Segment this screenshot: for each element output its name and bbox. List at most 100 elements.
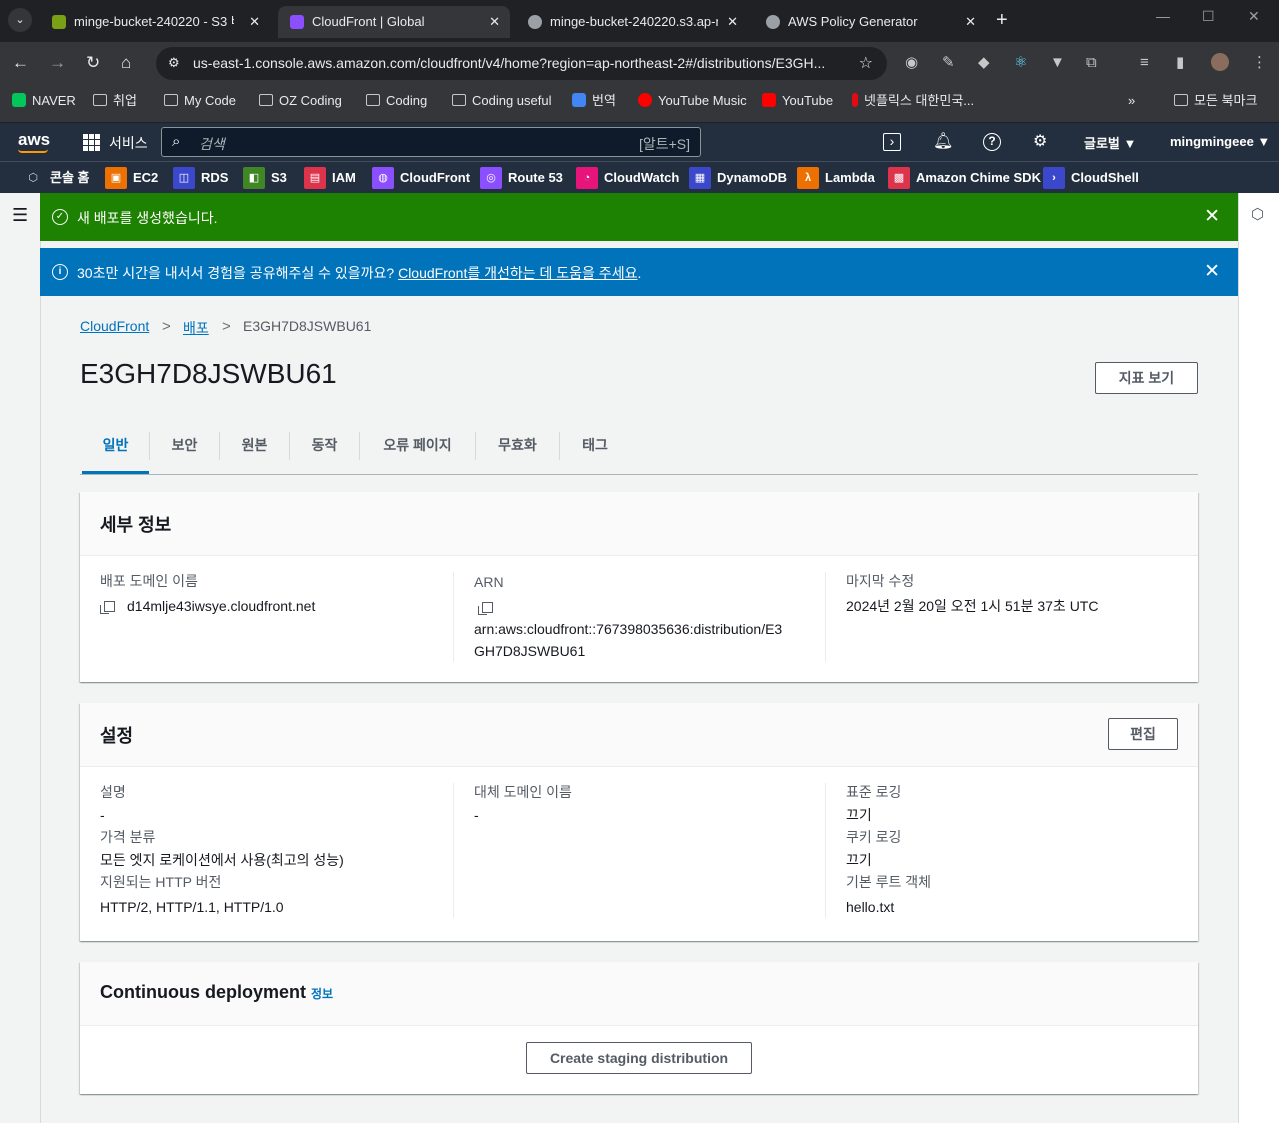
bookmark-folder-oz-coding[interactable]: OZ Coding bbox=[259, 93, 342, 109]
minimize-icon[interactable]: — bbox=[1156, 8, 1170, 24]
profile-avatar[interactable] bbox=[1211, 53, 1229, 71]
bookmarks-overflow-icon[interactable]: » bbox=[1128, 93, 1135, 109]
bookmark-folder-job[interactable]: 취업 bbox=[93, 93, 137, 109]
region-selector[interactable]: 글로벌 ▼ bbox=[1084, 133, 1136, 152]
close-tab-icon[interactable]: ✕ bbox=[489, 6, 500, 38]
fav-dynamodb[interactable]: ▦ DynamoDB bbox=[689, 167, 787, 189]
tab-search-chevron-icon[interactable]: ⌄ bbox=[8, 8, 32, 32]
fav-s3[interactable]: ◧ S3 bbox=[243, 167, 287, 189]
notifications-bell-icon[interactable]: 🔔︎ bbox=[933, 132, 953, 152]
side-panel-icon[interactable]: ▮ bbox=[1176, 54, 1184, 72]
bookmark-star-icon[interactable]: ☆ bbox=[859, 53, 873, 73]
fav-lambda[interactable]: λ Lambda bbox=[797, 167, 875, 189]
bookmark-folder-coding-useful[interactable]: Coding useful bbox=[452, 93, 552, 109]
vue-devtools-icon[interactable]: ▼ bbox=[1050, 54, 1065, 72]
bookmark-netflix[interactable]: 넷플릭스 대한민국... bbox=[852, 93, 974, 109]
bookmark-label: 모든 북마크 bbox=[1194, 93, 1258, 108]
dismiss-success-icon[interactable]: ✕ bbox=[1204, 207, 1220, 227]
view-metrics-button[interactable]: 지표 보기 bbox=[1095, 362, 1198, 394]
breadcrumb-separator-icon: > bbox=[222, 318, 231, 335]
forward-arrow-icon[interactable]: → bbox=[49, 53, 66, 73]
fav-label: Route 53 bbox=[508, 170, 563, 185]
copy-icon[interactable] bbox=[100, 601, 115, 614]
fav-label: Amazon Chime SDK bbox=[916, 170, 1041, 185]
close-tab-icon[interactable]: ✕ bbox=[249, 6, 260, 38]
fav-label: Lambda bbox=[825, 170, 875, 185]
fav-iam[interactable]: ▤ IAM bbox=[304, 167, 356, 189]
bookmark-naver[interactable]: NAVER bbox=[12, 93, 76, 109]
reload-icon[interactable]: ↻ bbox=[86, 53, 100, 73]
fav-chime-sdk[interactable]: ▩ Amazon Chime SDK bbox=[888, 167, 1041, 189]
info-link[interactable]: 정보 bbox=[311, 987, 333, 1001]
tab-tags[interactable]: 태그 bbox=[560, 428, 630, 474]
bookmark-folder-coding[interactable]: Coding bbox=[366, 93, 427, 109]
cookie-logging-value: 끄기 bbox=[846, 852, 872, 868]
browser-tab-s3[interactable]: minge-bucket-240220 - S3 버킷 ✕ bbox=[40, 6, 270, 38]
camera-extension-icon[interactable]: ◉ bbox=[905, 54, 918, 72]
fav-cloudshell[interactable]: › CloudShell bbox=[1043, 167, 1139, 189]
aws-logo[interactable]: aws bbox=[18, 130, 50, 150]
arn-value-line1: arn:aws:cloudfront::767398035636:distrib… bbox=[474, 621, 783, 637]
distribution-tabs: 일반 보안 원본 동작 오류 페이지 무효화 태그 bbox=[80, 428, 1198, 475]
puzzle-extensions-icon[interactable]: ⧉ bbox=[1086, 54, 1097, 72]
side-navigation-toggle-icon[interactable]: ☰ bbox=[12, 205, 28, 226]
bookmark-youtube-music[interactable]: YouTube Music bbox=[638, 93, 747, 109]
dismiss-info-icon[interactable]: ✕ bbox=[1204, 262, 1220, 282]
tab-general[interactable]: 일반 bbox=[82, 428, 149, 474]
browser-tab-s3-object[interactable]: minge-bucket-240220.s3.ap-no ✕ bbox=[516, 6, 748, 38]
settings-gear-icon[interactable]: ⚙ bbox=[1033, 132, 1047, 152]
back-arrow-icon[interactable]: ← bbox=[12, 53, 29, 73]
feedback-link[interactable]: CloudFront를 개선하는 데 도움을 주세요 bbox=[398, 265, 637, 281]
bookmark-translate[interactable]: 번역 bbox=[572, 93, 616, 109]
breadcrumb-distributions[interactable]: 배포 bbox=[183, 320, 209, 336]
search-placeholder: 검색 bbox=[199, 136, 225, 152]
services-menu[interactable]: 서비스 bbox=[109, 133, 148, 153]
fav-ec2[interactable]: ▣ EC2 bbox=[105, 167, 158, 189]
fav-console-home[interactable]: ⬡ 콘솔 홈 bbox=[22, 167, 90, 189]
eyedropper-extension-icon[interactable]: ✎ bbox=[942, 54, 955, 72]
react-devtools-icon[interactable]: ⚛ bbox=[1014, 54, 1027, 72]
fav-label: CloudFront bbox=[400, 170, 471, 185]
tab-behaviors[interactable]: 동작 bbox=[290, 428, 359, 474]
fav-cloudfront[interactable]: ◍ CloudFront bbox=[372, 167, 470, 189]
bookmark-folder-my-code[interactable]: My Code bbox=[164, 93, 236, 109]
browser-tab-cloudfront[interactable]: CloudFront | Global ✕ bbox=[278, 6, 510, 38]
new-tab-icon[interactable]: + bbox=[996, 9, 1008, 31]
continuous-deployment-panel: Continuous deployment 정보 Create staging … bbox=[80, 962, 1198, 1094]
create-staging-distribution-button[interactable]: Create staging distribution bbox=[526, 1042, 752, 1074]
tab-security[interactable]: 보안 bbox=[150, 428, 219, 474]
copy-icon[interactable] bbox=[478, 602, 493, 615]
account-menu[interactable]: mingmingeee ▼ bbox=[1170, 134, 1270, 149]
fav-rds[interactable]: ◫ RDS bbox=[173, 167, 228, 189]
close-tab-icon[interactable]: ✕ bbox=[965, 6, 976, 38]
bookmark-all-folder[interactable]: 모든 북마크 bbox=[1174, 93, 1257, 109]
tab-invalidations[interactable]: 무효화 bbox=[476, 428, 559, 474]
aws-search-input[interactable]: ⌕ 검색 [알트+S] bbox=[161, 127, 701, 157]
tab-error-pages[interactable]: 오류 페이지 bbox=[360, 428, 475, 474]
address-bar[interactable]: ⚙ us-east-1.console.aws.amazon.com/cloud… bbox=[156, 47, 887, 80]
fav-cloudwatch[interactable]: ◔ CloudWatch bbox=[576, 167, 679, 189]
edit-settings-button[interactable]: 편집 bbox=[1108, 718, 1178, 750]
site-info-icon[interactable]: ⚙ bbox=[168, 55, 180, 71]
url-text[interactable]: us-east-1.console.aws.amazon.com/cloudfr… bbox=[193, 55, 825, 71]
extension-icon[interactable]: ◆ bbox=[978, 54, 990, 72]
breadcrumb-cloudfront[interactable]: CloudFront bbox=[80, 318, 149, 334]
tab-origins[interactable]: 원본 bbox=[220, 428, 289, 474]
close-tab-icon[interactable]: ✕ bbox=[727, 6, 738, 38]
tools-panel-icon[interactable]: ⬡ bbox=[1251, 205, 1264, 223]
folder-icon bbox=[366, 94, 380, 106]
kebab-menu-icon[interactable]: ⋮ bbox=[1252, 54, 1267, 72]
fav-label: 콘솔 홈 bbox=[50, 170, 90, 185]
bookmark-youtube[interactable]: YouTube bbox=[762, 93, 833, 109]
maximize-icon[interactable]: ☐ bbox=[1202, 8, 1215, 25]
fav-route53[interactable]: ◎ Route 53 bbox=[480, 167, 563, 189]
cloudshell-icon[interactable]: › bbox=[883, 133, 901, 151]
media-control-icon[interactable]: ≡ bbox=[1140, 54, 1149, 72]
services-grid-icon[interactable] bbox=[83, 134, 100, 151]
bookmark-label: YouTube bbox=[782, 93, 834, 108]
home-icon[interactable]: ⌂ bbox=[121, 53, 131, 73]
browser-tab-policy-generator[interactable]: AWS Policy Generator ✕ bbox=[754, 6, 986, 38]
close-window-icon[interactable]: ✕ bbox=[1248, 8, 1260, 25]
cloudfront-favicon-icon bbox=[290, 15, 304, 29]
help-icon[interactable]: ? bbox=[983, 133, 1001, 151]
